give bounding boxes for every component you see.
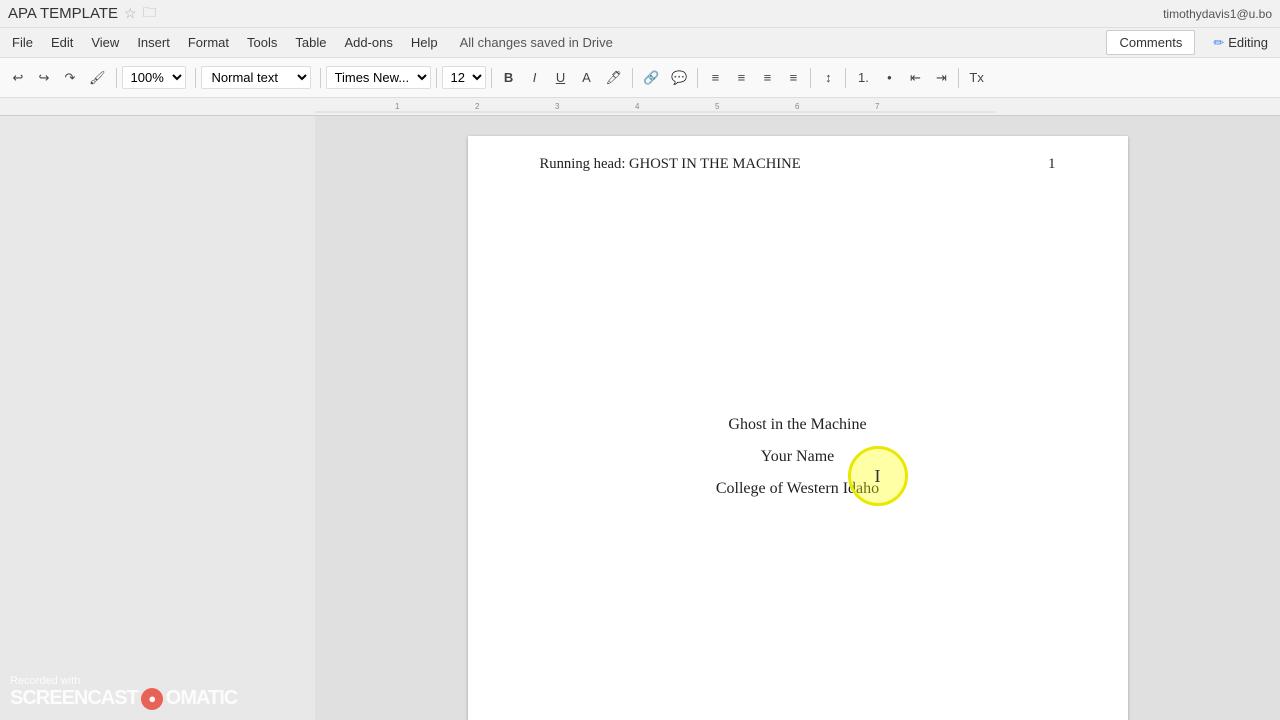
bullet-list-button[interactable]: • bbox=[877, 66, 901, 89]
font-selector[interactable]: Times New... Arial Verdana bbox=[326, 66, 431, 89]
svg-text:5: 5 bbox=[715, 102, 720, 111]
document-body: Ghost in the Machine Your Name College o… bbox=[540, 416, 1056, 498]
menu-format[interactable]: Format bbox=[180, 31, 237, 54]
align-right-button[interactable]: ≡ bbox=[755, 66, 779, 89]
document-title-text: Ghost in the Machine bbox=[540, 416, 1056, 434]
underline-button[interactable]: U bbox=[549, 66, 573, 89]
separator-9 bbox=[845, 68, 846, 88]
menu-table[interactable]: Table bbox=[287, 31, 334, 54]
menu-tools[interactable]: Tools bbox=[239, 31, 285, 54]
brand-suffix: OMATIC bbox=[166, 687, 237, 710]
page-number: 1 bbox=[1048, 156, 1055, 173]
undo-button[interactable]: ↩ bbox=[6, 66, 30, 90]
separator-7 bbox=[697, 68, 698, 88]
svg-text:7: 7 bbox=[875, 102, 880, 111]
user-email: timothydavis1@u.bo bbox=[1163, 7, 1272, 21]
running-head: Running head: GHOST IN THE MACHINE 1 bbox=[540, 156, 1056, 173]
main-area: Running head: GHOST IN THE MACHINE 1 Gho… bbox=[0, 116, 1280, 720]
separator-10 bbox=[958, 68, 959, 88]
highlight-button[interactable]: 🖊 bbox=[601, 66, 628, 90]
separator-3 bbox=[320, 68, 321, 88]
author-name: Your Name bbox=[540, 448, 1056, 466]
save-status: All changes saved in Drive bbox=[460, 35, 613, 50]
sc-circle: ● bbox=[141, 688, 163, 710]
text-color-button[interactable]: A bbox=[575, 66, 599, 89]
ruler-content: 1 2 3 4 5 6 7 bbox=[315, 98, 1280, 115]
redo2-button[interactable]: ↷ bbox=[58, 66, 82, 90]
running-head-text: Running head: GHOST IN THE MACHINE bbox=[540, 156, 801, 173]
font-size-selector[interactable]: 12 10 11 14 bbox=[442, 66, 486, 89]
separator-6 bbox=[632, 68, 633, 88]
document-title: APA TEMPLATE bbox=[8, 5, 118, 22]
separator-1 bbox=[116, 68, 117, 88]
clear-formatting-button[interactable]: Tx bbox=[964, 66, 988, 89]
separator-5 bbox=[491, 68, 492, 88]
bold-button[interactable]: B bbox=[497, 66, 521, 89]
menu-insert[interactable]: Insert bbox=[129, 31, 178, 54]
menu-addons[interactable]: Add-ons bbox=[336, 31, 400, 54]
pencil-icon: ✏ bbox=[1213, 35, 1224, 51]
style-selector[interactable]: Normal text Heading 1 Heading 2 bbox=[201, 66, 311, 89]
menu-bar: File Edit View Insert Format Tools Table… bbox=[0, 28, 1280, 58]
separator-4 bbox=[436, 68, 437, 88]
svg-text:3: 3 bbox=[555, 102, 560, 111]
brand-text: SCREENCAST bbox=[10, 687, 138, 710]
decrease-indent-button[interactable]: ⇤ bbox=[903, 66, 927, 90]
folder-icon[interactable]: 🗀 bbox=[143, 2, 157, 26]
screencast-watermark: Recorded with SCREENCAST ● OMATIC bbox=[10, 675, 237, 710]
zoom-selector[interactable]: 100% bbox=[122, 66, 186, 89]
paint-format-button[interactable]: 🖌 bbox=[84, 66, 111, 90]
separator-8 bbox=[810, 68, 811, 88]
line-spacing-button[interactable]: ↕ bbox=[816, 66, 840, 89]
redo-button[interactable]: ↪ bbox=[32, 66, 56, 90]
align-left-button[interactable]: ≡ bbox=[703, 66, 727, 89]
paper[interactable]: Running head: GHOST IN THE MACHINE 1 Gho… bbox=[468, 136, 1128, 720]
document-area[interactable]: Running head: GHOST IN THE MACHINE 1 Gho… bbox=[315, 116, 1280, 720]
italic-button[interactable]: I bbox=[523, 66, 547, 89]
left-panel bbox=[0, 116, 315, 720]
ruler: 1 2 3 4 5 6 7 bbox=[0, 98, 1280, 116]
title-bar: APA TEMPLATE ☆ 🗀 timothydavis1@u.bo bbox=[0, 0, 1280, 28]
svg-text:2: 2 bbox=[475, 102, 480, 111]
menu-view[interactable]: View bbox=[83, 31, 127, 54]
recorded-with-text: Recorded with bbox=[10, 675, 237, 687]
svg-text:4: 4 bbox=[635, 102, 640, 111]
menu-file[interactable]: File bbox=[4, 31, 41, 54]
separator-2 bbox=[195, 68, 196, 88]
screencast-logo: SCREENCAST ● OMATIC bbox=[10, 687, 237, 710]
align-center-button[interactable]: ≡ bbox=[729, 66, 753, 89]
menu-help[interactable]: Help bbox=[403, 31, 446, 54]
align-justify-button[interactable]: ≡ bbox=[781, 66, 805, 89]
link-button[interactable]: 🔗 bbox=[638, 66, 664, 90]
ordered-list-button[interactable]: 1. bbox=[851, 66, 875, 89]
increase-indent-button[interactable]: ⇥ bbox=[929, 66, 953, 90]
menu-edit[interactable]: Edit bbox=[43, 31, 81, 54]
star-icon[interactable]: ☆ bbox=[124, 5, 137, 22]
editing-label: Editing bbox=[1228, 35, 1268, 50]
svg-text:1: 1 bbox=[395, 102, 400, 111]
editing-button[interactable]: ✏ Editing bbox=[1205, 31, 1276, 55]
svg-text:6: 6 bbox=[795, 102, 800, 111]
institution-name: College of Western Idaho bbox=[540, 480, 1056, 498]
toolbar: ↩ ↪ ↷ 🖌 100% Normal text Heading 1 Headi… bbox=[0, 58, 1280, 98]
comment-button[interactable]: 💬 bbox=[666, 66, 692, 90]
comments-button[interactable]: Comments bbox=[1106, 30, 1195, 55]
title-bar-left: APA TEMPLATE ☆ 🗀 bbox=[8, 2, 157, 26]
